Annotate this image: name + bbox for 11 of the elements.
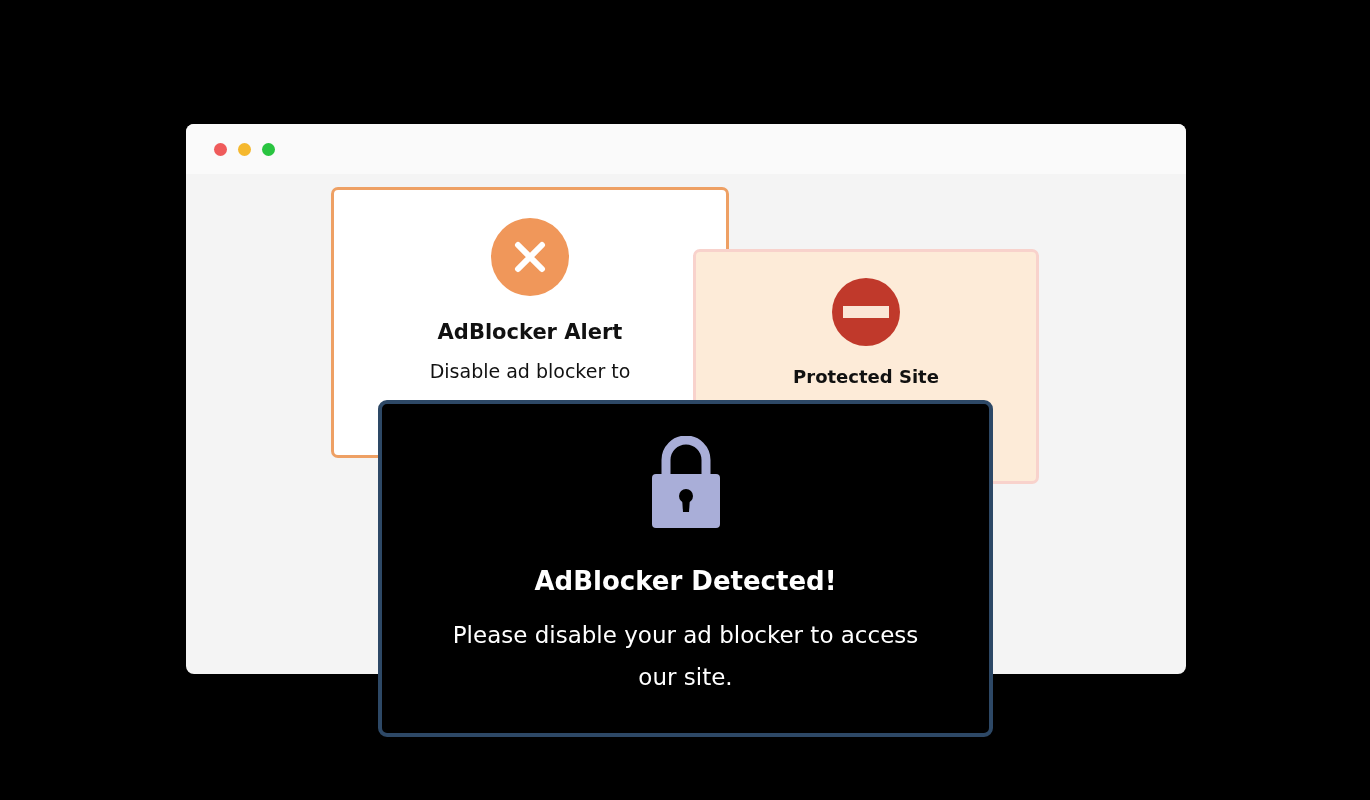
padlock-icon: [651, 436, 720, 528]
no-entry-icon: [832, 278, 900, 346]
maximize-dot-icon[interactable]: [262, 142, 275, 156]
popup-title: Protected Site: [793, 366, 939, 387]
close-dot-icon[interactable]: [214, 142, 227, 156]
popup-title: AdBlocker Detected!: [534, 566, 837, 596]
popup-title: AdBlocker Alert: [437, 320, 623, 344]
popup-message: Disable ad blocker to: [429, 360, 631, 382]
minimize-dot-icon[interactable]: [238, 142, 251, 156]
popup-message: Please disable your ad blocker to access our site.: [451, 621, 920, 692]
close-circle-icon: [491, 218, 569, 296]
